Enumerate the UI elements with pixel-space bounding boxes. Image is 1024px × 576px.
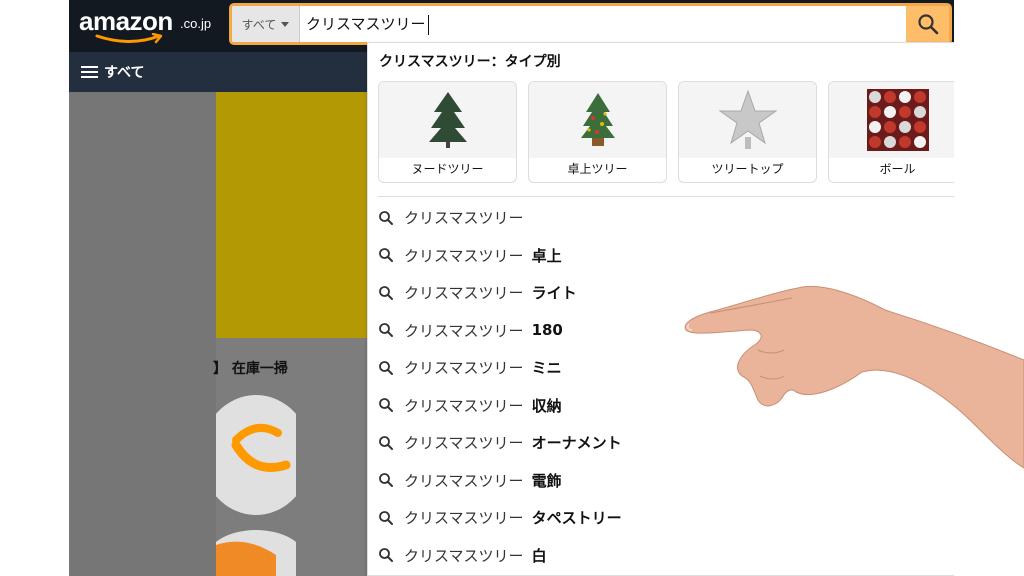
logo-suffix: .co.jp <box>180 16 212 31</box>
suggestion-base: クリスマスツリー <box>404 246 524 265</box>
card-label: 卓上ツリー <box>567 162 628 176</box>
search-icon <box>379 510 393 525</box>
card-image <box>679 82 816 158</box>
search-icon <box>379 323 393 338</box>
card-label: ツリートップ <box>711 162 784 176</box>
all-menu-label: すべて <box>104 65 145 81</box>
suggestion-suffix: オーナメント <box>531 434 622 453</box>
nude-tree-icon <box>428 92 467 148</box>
tabletop-tree-icon <box>580 93 615 146</box>
suggestion-base: クリスマスツリー <box>404 434 524 453</box>
suggestion-suffix: 180 <box>531 321 563 340</box>
suggestion-suffix: 白 <box>531 546 547 565</box>
suggestion-base: クリスマスツリー <box>404 471 524 490</box>
card-label: ボール <box>879 162 916 176</box>
search-bar: すべて クリスマスツリー <box>229 3 952 45</box>
text-cursor <box>427 14 429 35</box>
scope-label: すべて <box>241 17 277 32</box>
suggestion-suffix: 電飾 <box>531 471 562 490</box>
search-icon <box>379 398 393 413</box>
category-card-ornament-balls[interactable]: ボール <box>828 81 954 183</box>
suggestion-suffix: 卓上 <box>531 246 562 265</box>
suggestion-item[interactable]: クリスマスツリー タペストリー <box>368 499 954 537</box>
card-image <box>529 82 666 158</box>
card-label: ヌードツリー <box>411 162 484 176</box>
background-heading: 】 在庫一掃 <box>213 361 288 377</box>
tree-topper-star-icon <box>717 89 778 149</box>
suggestion-base: クリスマスツリー <box>404 209 524 228</box>
smile-arrow-icon <box>95 33 163 44</box>
card-image <box>379 82 516 158</box>
search-icon <box>379 473 393 488</box>
suggestion-suffix: タペストリー <box>531 509 622 528</box>
suggestion-base: クリスマスツリー <box>404 396 524 415</box>
hamburger-icon <box>81 66 98 78</box>
amazon-logo[interactable]: amazon .co.jp <box>79 6 229 46</box>
search-icon <box>379 285 393 300</box>
search-query-text: クリスマスツリー <box>306 15 426 33</box>
card-image <box>829 82 954 158</box>
suggestion-item[interactable]: クリスマスツリー <box>368 199 954 237</box>
category-card-nude-tree[interactable]: ヌードツリー <box>378 81 517 183</box>
suggestion-base: クリスマスツリー <box>404 359 524 378</box>
left-background <box>69 92 216 576</box>
suggestion-suffix: ライト <box>531 284 577 303</box>
search-icon <box>379 548 393 563</box>
suggestion-base: クリスマスツリー <box>404 284 524 303</box>
search-icon <box>379 435 393 450</box>
search-icon <box>379 210 393 225</box>
chevron-down-icon <box>281 21 290 27</box>
suggestion-suffix: ミニ <box>531 359 562 378</box>
search-input[interactable]: クリスマスツリー <box>306 6 429 42</box>
pointing-hand-image <box>684 285 1024 469</box>
suggestion-item[interactable]: クリスマスツリー 卓上 <box>368 237 954 275</box>
category-cards: ヌードツリー 卓上ツリー ツリートップ ボール <box>378 81 954 183</box>
suggestion-suffix: 収納 <box>531 396 562 415</box>
screen: amazon .co.jp すべて クリスマスツリー すべて 】 在庫一掃 クリ… <box>0 0 1024 576</box>
search-icon <box>379 360 393 375</box>
suggestion-base: クリスマスツリー <box>404 546 524 565</box>
suggestion-base: クリスマスツリー <box>404 509 524 528</box>
search-scope-dropdown[interactable]: すべて <box>232 6 300 42</box>
search-button[interactable] <box>906 6 949 42</box>
category-card-tabletop-tree[interactable]: 卓上ツリー <box>528 81 667 183</box>
category-card-tree-topper[interactable]: ツリートップ <box>678 81 817 183</box>
ornament-balls-icon <box>866 89 929 151</box>
suggestion-base: クリスマスツリー <box>404 321 524 340</box>
search-icon <box>379 248 393 263</box>
all-menu-button[interactable]: すべて <box>81 62 144 82</box>
background-graphic <box>216 395 296 576</box>
category-heading: クリスマスツリー：タイプ別 <box>379 54 561 70</box>
search-icon <box>917 14 938 35</box>
divider <box>378 196 954 197</box>
suggestion-item[interactable]: クリスマスツリー 白 <box>368 537 954 575</box>
